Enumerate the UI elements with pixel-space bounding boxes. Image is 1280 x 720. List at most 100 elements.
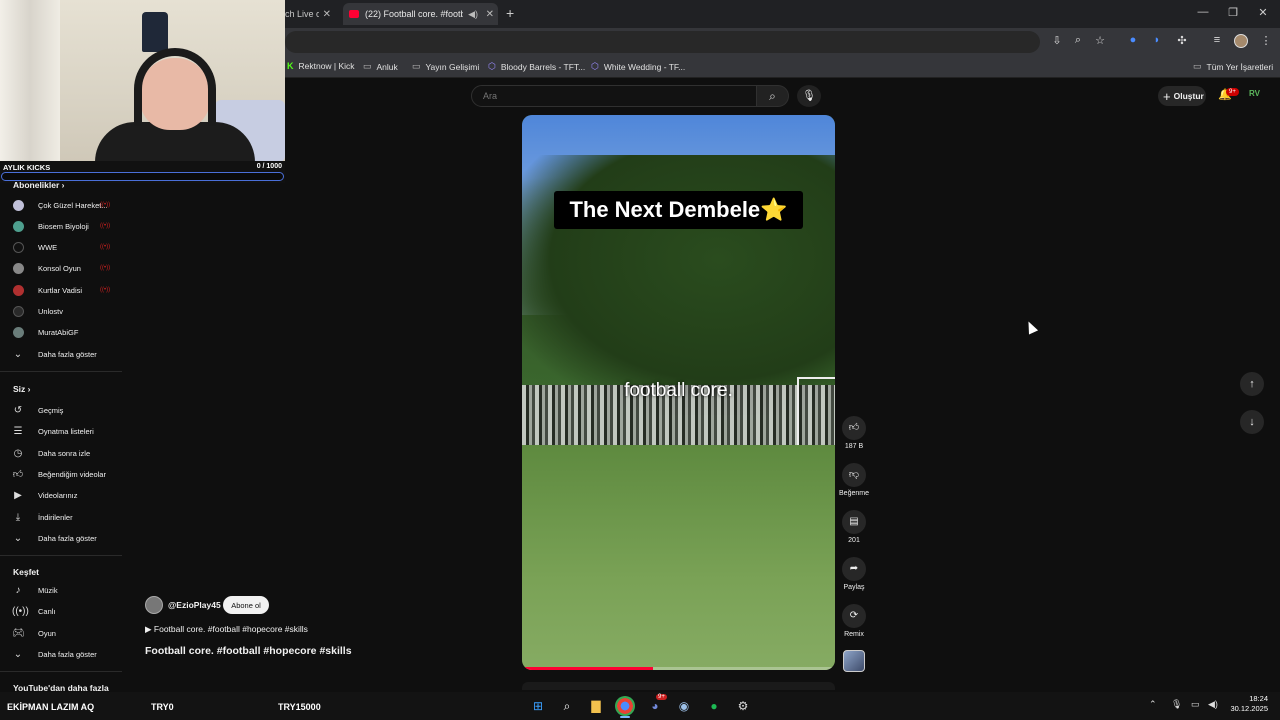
speaker-icon[interactable]: ◀) <box>468 9 478 20</box>
sound-thumbnail[interactable] <box>843 650 865 672</box>
spotify-icon[interactable]: ● <box>704 696 724 716</box>
maximize-icon[interactable]: ❐ <box>1223 6 1243 19</box>
subscribe-button[interactable]: Abone ol <box>223 596 269 614</box>
extension-icon[interactable]: ● <box>1125 34 1141 46</box>
tab-youtube-short[interactable]: (22) Football core. #football ◀) ✕ <box>343 3 498 25</box>
comment-count: 201 <box>848 537 860 544</box>
bookmark-label: Yayın Gelişimi <box>425 61 480 72</box>
sidebar-item-gaming[interactable]: 🎮︎ Oyun <box>0 624 122 642</box>
menu-kebab-icon[interactable]: ⋮ <box>1258 34 1274 47</box>
sidebar-item-label: Daha sonra izle <box>38 448 91 458</box>
sidebar-item-subscription[interactable]: Konsol Oyun ((•)) <box>0 259 122 277</box>
search-input[interactable] <box>481 90 741 102</box>
sidebar-item-label: Oyun <box>38 628 56 638</box>
chrome-icon[interactable] <box>615 696 635 716</box>
close-tab-icon[interactable]: ✕ <box>486 9 494 20</box>
bookmark-star-icon[interactable]: ☆ <box>1092 34 1108 47</box>
bookmark-label: Bloody Barrels - TFT... <box>500 61 586 72</box>
bookmark-tft[interactable]: ⬡ White Wedding - TF... <box>591 61 685 72</box>
video-hashtags[interactable]: ▶ Football core. #football #hopecore #sk… <box>145 624 308 635</box>
you-heading[interactable]: Siz › <box>13 384 30 394</box>
sidebar-item-your-videos[interactable]: ▶ Videolarınız <box>0 486 122 504</box>
account-avatar[interactable]: RV <box>1249 89 1260 98</box>
arrow-up-icon: ↑ <box>1249 378 1255 390</box>
sidebar-item-label: Videolarınız <box>38 490 78 500</box>
address-bar[interactable] <box>285 31 1040 53</box>
search-icon[interactable]: ⌕ <box>557 696 577 716</box>
close-tab-icon[interactable]: ✕ <box>323 9 331 20</box>
sidebar-item-live[interactable]: ((•)) Canlı <box>0 602 122 620</box>
sidebar-item-subscription[interactable]: Biosem Biyoloji ((•)) <box>0 217 122 235</box>
volume-icon[interactable]: ◀) <box>1208 699 1218 710</box>
search-icon: ⌕ <box>769 89 776 103</box>
discord-badge: 9+ <box>656 694 667 700</box>
sidebar-item-subscription[interactable]: Çok Güzel Hareket... ((•)) <box>0 196 122 214</box>
sidebar-item-liked[interactable]: 👍︎ Beğendiğim videolar <box>0 465 122 483</box>
bookmark-tft[interactable]: ⬡ Bloody Barrels - TFT... <box>488 61 585 72</box>
media-controls-icon[interactable]: ≡ <box>1209 34 1225 46</box>
settings-gear-icon[interactable]: ⚙ <box>733 696 753 716</box>
close-window-icon[interactable]: ✕ <box>1253 6 1273 19</box>
voice-search-button[interactable]: 🎙 <box>797 85 821 107</box>
extensions-puzzle-icon[interactable]: ✣ <box>1174 34 1190 47</box>
extension-icon[interactable]: ◗ <box>1149 34 1165 46</box>
sidebar-item-subscription[interactable]: MuratAbiGF <box>0 323 122 341</box>
video-progress-bar[interactable] <box>522 667 835 670</box>
bookmark-folder[interactable]: ▭ Yayın Gelişimi <box>412 61 479 72</box>
webcam-overlay <box>0 0 285 162</box>
channel-name[interactable]: @EzioPlay45 <box>168 600 221 610</box>
create-button[interactable]: + Oluştur <box>1158 86 1206 106</box>
next-short-peek <box>522 682 835 690</box>
shorts-player[interactable]: The Next Dembele⭐ football core. <box>522 115 835 670</box>
new-tab-button[interactable]: + <box>506 5 514 21</box>
watch-later-icon: ◷ <box>13 447 23 459</box>
minimize-icon[interactable]: — <box>1193 6 1213 18</box>
sidebar-item-label: Daha fazla göster <box>38 349 97 359</box>
zoom-icon[interactable]: ⌕ <box>1070 34 1086 47</box>
previous-short-button[interactable]: ↑ <box>1240 372 1264 396</box>
remix-button[interactable]: ⟳ Remix <box>838 604 870 638</box>
bookmark-kick[interactable]: K Rektnow | Kick <box>287 61 355 71</box>
sidebar-item-downloads[interactable]: ⤓ İndirilenler <box>0 508 122 526</box>
video-caption: football core. <box>624 380 733 401</box>
sidebar-item-watch-later[interactable]: ◷ Daha sonra izle <box>0 444 122 462</box>
sidebar-item-subscription[interactable]: Unlostv <box>0 302 122 320</box>
show-more-button[interactable]: ⌄ Daha fazla göster <box>0 645 122 663</box>
chevron-up-icon[interactable]: ⌃ <box>1149 699 1157 710</box>
search-button[interactable]: ⌕ <box>757 85 789 107</box>
sidebar-item-playlists[interactable]: ☰ Oynatma listeleri <box>0 422 122 440</box>
bookmark-folder[interactable]: ▭ Anluk <box>363 61 398 72</box>
like-button[interactable]: 👍︎ 187 B <box>838 416 870 450</box>
curtain <box>0 0 60 162</box>
show-more-button[interactable]: ⌄ Daha fazla göster <box>0 345 122 363</box>
dislike-button[interactable]: 👎︎ Beğenme <box>838 463 870 497</box>
file-explorer-icon[interactable]: ▇ <box>586 696 606 716</box>
channel-avatar[interactable] <box>145 596 163 614</box>
share-button[interactable]: ➦ Paylaş <box>838 557 870 591</box>
chevron-down-icon: ⌄ <box>13 532 23 544</box>
profile-avatar[interactable] <box>1234 34 1248 48</box>
mic-icon[interactable]: 🎙 <box>1171 699 1182 710</box>
chevron-down-icon: ⌄ <box>13 648 23 660</box>
tab-kick-live[interactable]: ch Live o ✕ <box>285 3 335 25</box>
kick-goal-count: 0 / 1000 <box>256 163 282 170</box>
subscriptions-heading[interactable]: Abonelikler › <box>13 180 65 190</box>
sidebar-item-subscription[interactable]: WWE ((•)) <box>0 238 122 256</box>
explore-heading: Keşfet <box>13 567 39 577</box>
sidebar-item-subscription[interactable]: Kurtlar Vadisi ((•)) <box>0 281 122 299</box>
history-icon: ↺ <box>13 404 23 416</box>
steam-icon[interactable]: ◉ <box>674 696 694 716</box>
download-icon: ⤓ <box>15 511 21 523</box>
sidebar-item-music[interactable]: ♪ Müzik <box>0 581 122 599</box>
tab-label: ch Live o <box>285 9 319 19</box>
show-more-button[interactable]: ⌄ Daha fazla göster <box>0 529 122 547</box>
network-icon[interactable]: ▭ <box>1191 699 1200 710</box>
comments-button[interactable]: ▤ 201 <box>838 510 870 544</box>
windows-start-icon[interactable]: ⊞ <box>528 696 548 716</box>
sidebar: Abonelikler › Çok Güzel Hareket... ((•))… <box>0 178 122 692</box>
next-short-button[interactable]: ↓ <box>1240 410 1264 434</box>
system-clock[interactable]: 18:24 30.12.2025 <box>1228 694 1268 714</box>
install-app-icon[interactable]: ⇩ <box>1049 34 1065 47</box>
sidebar-item-history[interactable]: ↺ Geçmiş <box>0 401 122 419</box>
all-bookmarks[interactable]: ▭ Tüm Yer İşaretleri <box>1193 61 1273 72</box>
